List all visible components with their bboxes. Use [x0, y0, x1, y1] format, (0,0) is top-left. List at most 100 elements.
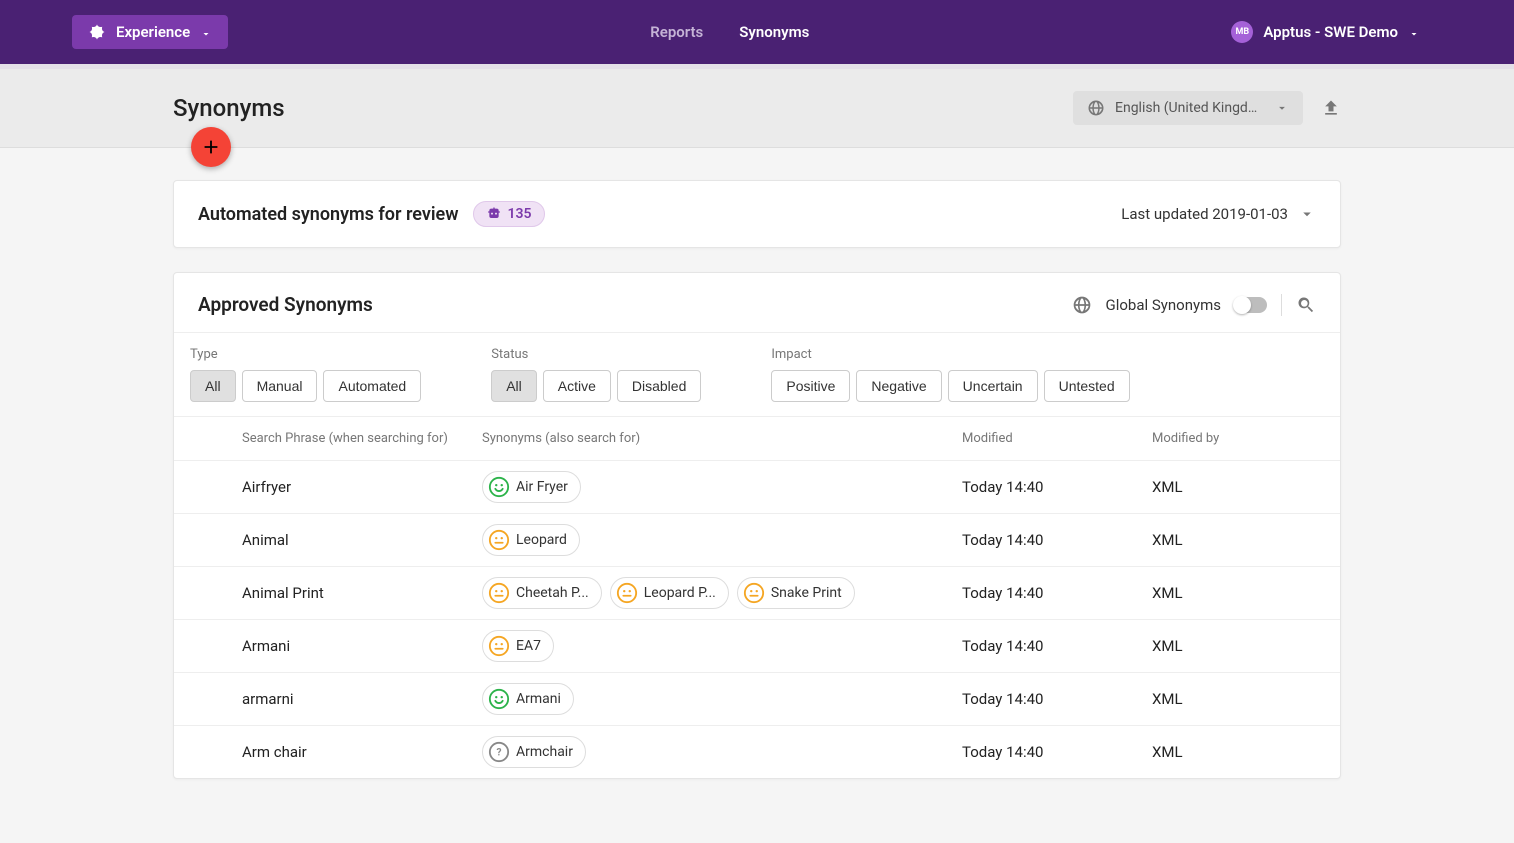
synonym-label: Armchair [516, 744, 573, 760]
table-row[interactable]: armarni Armani Today 14:40XML [174, 672, 1340, 725]
table-row[interactable]: Arm chair? Armchair Today 14:40XML [174, 725, 1340, 778]
synonym-chip[interactable]: Cheetah P... [482, 577, 602, 609]
synonym-label: Leopard P... [644, 585, 716, 601]
synonym-chip[interactable]: Armani [482, 683, 574, 715]
add-button[interactable] [191, 127, 231, 167]
modified-time: Today 14:40 [962, 531, 1152, 549]
approved-card: Approved Synonyms Global Synonyms Type A… [173, 272, 1341, 779]
table-row[interactable]: Animal Print Cheetah P... Leopard P... Snak… [174, 566, 1340, 619]
modified-by: XML [1152, 531, 1332, 549]
experience-menu[interactable]: Experience [72, 15, 228, 49]
col-phrase: Search Phrase (when searching for) [242, 431, 482, 446]
modified-by: XML [1152, 478, 1332, 496]
table-header: Search Phrase (when searching for) Synon… [174, 417, 1340, 460]
caret-down-icon [1275, 101, 1289, 115]
synonym-label: Air Fryer [516, 479, 568, 495]
synonym-chip[interactable]: Leopard [482, 524, 580, 556]
impact-face-icon [488, 582, 510, 604]
svg-text:?: ? [496, 748, 501, 759]
robot-icon [486, 206, 502, 222]
filter-button[interactable]: Positive [771, 370, 850, 402]
filter-button[interactable]: Negative [856, 370, 941, 402]
filters: Type AllManualAutomated Status AllActive… [174, 332, 1340, 417]
modified-time: Today 14:40 [962, 743, 1152, 761]
modified-time: Today 14:40 [962, 690, 1152, 708]
account-label: Apptus - SWE Demo [1263, 23, 1398, 41]
impact-face-icon [488, 529, 510, 551]
impact-face-icon [488, 476, 510, 498]
modified-by: XML [1152, 690, 1332, 708]
top-nav: Experience Reports Synonyms MB Apptus - … [0, 0, 1514, 64]
page-title: Synonyms [173, 94, 285, 122]
filter-button[interactable]: Active [543, 370, 611, 402]
impact-face-icon: ? [488, 741, 510, 763]
filter-button[interactable]: Automated [323, 370, 421, 402]
brand-icon [88, 23, 106, 41]
synonym-label: Cheetah P... [516, 585, 589, 601]
synonym-chip[interactable]: ? Armchair [482, 736, 586, 768]
language-selector[interactable]: English (United Kingdo... [1073, 91, 1303, 125]
language-label: English (United Kingdo... [1115, 100, 1265, 116]
filter-type-label: Type [190, 347, 421, 362]
filter-button[interactable]: Untested [1044, 370, 1130, 402]
caret-down-icon [200, 26, 212, 38]
synonym-chip[interactable]: Leopard P... [610, 577, 729, 609]
col-synonyms: Synonyms (also search for) [482, 431, 962, 446]
caret-down-icon [1408, 26, 1420, 38]
scope-label: Global Synonyms [1106, 296, 1222, 314]
synonym-chip[interactable]: Snake Print [737, 577, 855, 609]
review-title: Automated synonyms for review [198, 204, 459, 225]
avatar: MB [1231, 21, 1253, 43]
search-phrase: Airfryer [242, 478, 482, 496]
review-count-pill: 135 [473, 201, 545, 227]
search-phrase: Animal [242, 531, 482, 549]
search-phrase: Arm chair [242, 743, 482, 761]
global-synonyms-toggle[interactable] [1235, 297, 1267, 313]
modified-by: XML [1152, 743, 1332, 761]
impact-face-icon [488, 688, 510, 710]
synonym-label: Armani [516, 691, 561, 707]
synonym-chip[interactable]: EA7 [482, 630, 554, 662]
globe-icon [1072, 295, 1092, 315]
synonym-label: Snake Print [771, 585, 842, 601]
synonym-label: EA7 [516, 638, 541, 654]
modified-time: Today 14:40 [962, 637, 1152, 655]
impact-face-icon [488, 635, 510, 657]
col-modified-by: Modified by [1152, 431, 1332, 446]
col-modified: Modified [962, 431, 1152, 446]
filter-impact: Impact PositiveNegativeUncertainUntested [771, 347, 1129, 402]
filter-button[interactable]: Disabled [617, 370, 701, 402]
filter-button[interactable]: All [491, 370, 537, 402]
filter-status-label: Status [491, 347, 701, 362]
impact-face-icon [616, 582, 638, 604]
search-phrase: Animal Print [242, 584, 482, 602]
search-phrase: armarni [242, 690, 482, 708]
impact-face-icon [743, 582, 765, 604]
modified-by: XML [1152, 584, 1332, 602]
filter-type: Type AllManualAutomated [190, 347, 421, 402]
nav-center: Reports Synonyms [228, 23, 1231, 41]
filter-impact-label: Impact [771, 347, 1129, 362]
table-row[interactable]: Animal Leopard Today 14:40XML [174, 513, 1340, 566]
nav-synonyms[interactable]: Synonyms [739, 23, 809, 41]
filter-button[interactable]: Uncertain [948, 370, 1038, 402]
table-row[interactable]: ArmaniEA7Today 14:40XML [174, 619, 1340, 672]
search-icon[interactable] [1296, 295, 1316, 315]
table-row[interactable]: Airfryer Air Fryer Today 14:40XML [174, 460, 1340, 513]
synonym-chip[interactable]: Air Fryer [482, 471, 581, 503]
synonym-label: Leopard [516, 532, 567, 548]
modified-time: Today 14:40 [962, 478, 1152, 496]
experience-label: Experience [116, 23, 190, 41]
account-menu[interactable]: MB Apptus - SWE Demo [1231, 21, 1420, 43]
search-phrase: Armani [242, 637, 482, 655]
upload-button[interactable] [1321, 98, 1341, 118]
nav-reports[interactable]: Reports [650, 23, 703, 41]
review-card[interactable]: Automated synonyms for review 135 Last u… [173, 180, 1341, 248]
filter-button[interactable]: All [190, 370, 236, 402]
modified-time: Today 14:40 [962, 584, 1152, 602]
filter-button[interactable]: Manual [242, 370, 318, 402]
chevron-down-icon [1298, 205, 1316, 223]
content: Automated synonyms for review 135 Last u… [173, 148, 1341, 843]
globe-icon [1087, 99, 1105, 117]
review-last-updated: Last updated 2019-01-03 [1121, 205, 1288, 223]
